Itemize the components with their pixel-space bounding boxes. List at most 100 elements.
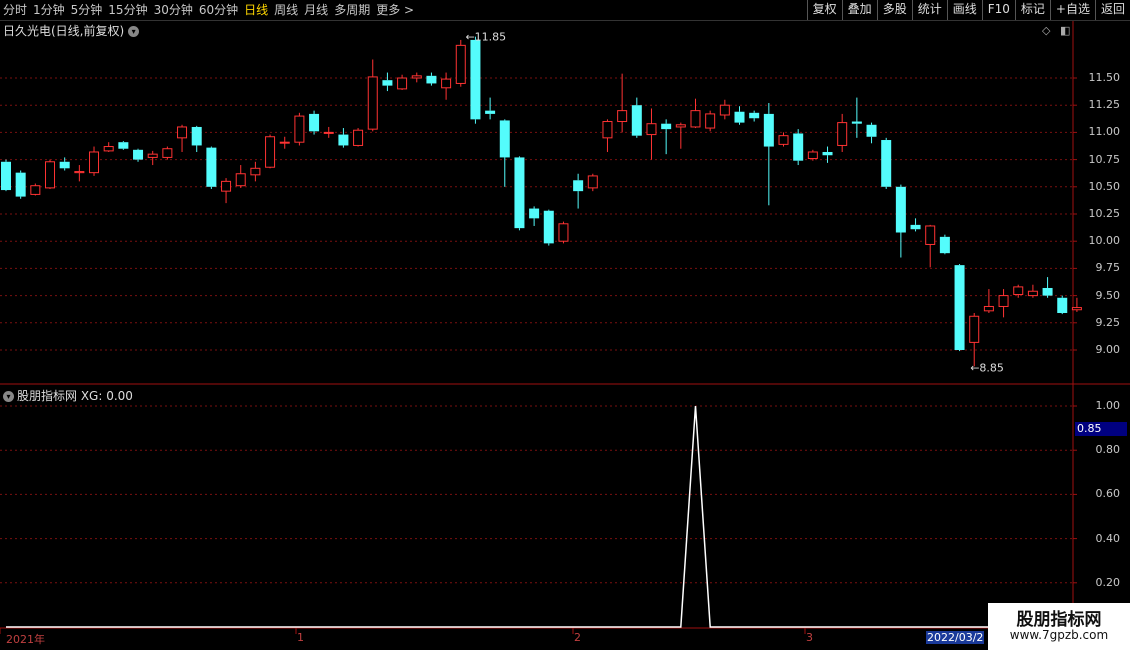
candle[interactable] [749, 110, 760, 122]
candle[interactable] [939, 234, 950, 255]
candle[interactable] [1071, 297, 1082, 312]
candle[interactable] [851, 97, 862, 138]
candle[interactable] [45, 159, 56, 189]
indicator-chart[interactable] [6, 405, 1077, 628]
candle[interactable] [221, 178, 232, 204]
candle[interactable] [397, 74, 408, 90]
period-tab-7[interactable]: 周线 [271, 0, 301, 20]
candle[interactable] [587, 173, 598, 192]
period-tab-9[interactable]: 多周期 [331, 0, 373, 20]
candle[interactable] [294, 112, 305, 146]
period-tab-3[interactable]: 15分钟 [105, 0, 150, 20]
candle[interactable] [675, 122, 686, 149]
candle[interactable] [162, 146, 173, 160]
candle[interactable] [895, 184, 906, 258]
period-tab-6[interactable]: 日线 [241, 0, 271, 20]
candle-body [133, 149, 144, 160]
action-button-3[interactable]: 统计 [911, 0, 947, 20]
candle[interactable] [191, 125, 202, 152]
high-price-annotation: ←11.85 [465, 31, 506, 44]
action-button-7[interactable]: +自选 [1049, 0, 1095, 20]
candle[interactable] [617, 73, 628, 133]
action-button-5[interactable]: F10 [981, 0, 1015, 20]
candle[interactable] [455, 39, 466, 87]
candle-body [353, 129, 364, 146]
candle[interactable] [881, 137, 892, 189]
period-tab-10[interactable]: 更多 > [373, 0, 417, 20]
candle[interactable] [250, 161, 261, 182]
action-button-2[interactable]: 多股 [876, 0, 912, 20]
candle[interactable] [89, 146, 100, 176]
candle[interactable] [1042, 277, 1053, 298]
period-tab-0[interactable]: 分时 [0, 0, 30, 20]
candle[interactable] [631, 97, 642, 138]
action-button-0[interactable]: 复权 [806, 0, 842, 20]
dropdown-icon[interactable]: ▾ [128, 26, 140, 37]
candle[interactable] [382, 72, 393, 92]
candle[interactable] [15, 170, 26, 199]
candle[interactable] [690, 98, 701, 129]
candle[interactable] [367, 59, 378, 132]
candle[interactable] [822, 146, 833, 163]
candle[interactable] [1057, 295, 1068, 315]
candle[interactable] [998, 289, 1009, 318]
price-axis-label: 11.00 [1088, 125, 1121, 139]
candle[interactable] [309, 110, 320, 135]
candle[interactable] [74, 165, 85, 182]
candle[interactable] [866, 122, 877, 144]
candle[interactable] [470, 36, 481, 124]
candle[interactable] [558, 221, 569, 244]
candle[interactable] [353, 128, 364, 147]
candle[interactable] [30, 183, 41, 196]
candle[interactable] [265, 134, 276, 169]
candle[interactable] [910, 218, 921, 232]
candle[interactable] [646, 108, 657, 160]
action-button-4[interactable]: 画线 [946, 0, 982, 20]
candle[interactable] [983, 289, 994, 314]
candle[interactable] [338, 128, 349, 148]
candle[interactable] [807, 149, 818, 161]
candle[interactable] [543, 209, 554, 246]
candle[interactable] [661, 119, 672, 155]
candle[interactable] [118, 141, 129, 150]
diamond-icon[interactable]: ◇ [1042, 24, 1050, 37]
candle[interactable] [573, 173, 584, 209]
candle[interactable] [426, 72, 437, 86]
candle[interactable] [734, 106, 745, 125]
panel-toggle-icon[interactable]: ◧ [1060, 24, 1070, 37]
candle[interactable] [1027, 284, 1038, 298]
action-button-6[interactable]: 标记 [1014, 0, 1050, 20]
candle[interactable] [719, 99, 730, 120]
period-tab-4[interactable]: 30分钟 [151, 0, 196, 20]
candle[interactable] [206, 146, 217, 189]
period-tab-1[interactable]: 1分钟 [30, 0, 68, 20]
candle[interactable] [778, 132, 789, 147]
candle[interactable] [499, 119, 510, 187]
candle[interactable] [485, 97, 496, 120]
dropdown-icon[interactable]: ▾ [3, 391, 14, 402]
candle[interactable] [279, 136, 290, 149]
candle[interactable] [705, 110, 716, 132]
candle[interactable] [177, 124, 188, 152]
period-tab-8[interactable]: 月线 [301, 0, 331, 20]
candle[interactable] [529, 206, 540, 226]
action-button-8[interactable]: 返回 [1094, 0, 1130, 20]
action-button-1[interactable]: 叠加 [841, 0, 877, 20]
candle[interactable] [837, 113, 848, 152]
period-tab-5[interactable]: 60分钟 [196, 0, 241, 20]
candle[interactable] [441, 72, 452, 100]
candle[interactable] [763, 103, 774, 206]
candle[interactable] [793, 129, 804, 166]
candle[interactable] [103, 142, 114, 152]
candle[interactable] [1, 159, 11, 192]
candle[interactable] [147, 150, 158, 166]
candle[interactable] [411, 72, 422, 83]
candle[interactable] [602, 119, 613, 152]
candle[interactable] [323, 126, 334, 138]
period-tab-2[interactable]: 5分钟 [68, 0, 106, 20]
candle[interactable] [514, 156, 525, 231]
candle[interactable] [925, 224, 936, 268]
candle[interactable] [954, 264, 965, 352]
candle[interactable] [969, 313, 980, 367]
candle[interactable] [235, 165, 246, 188]
